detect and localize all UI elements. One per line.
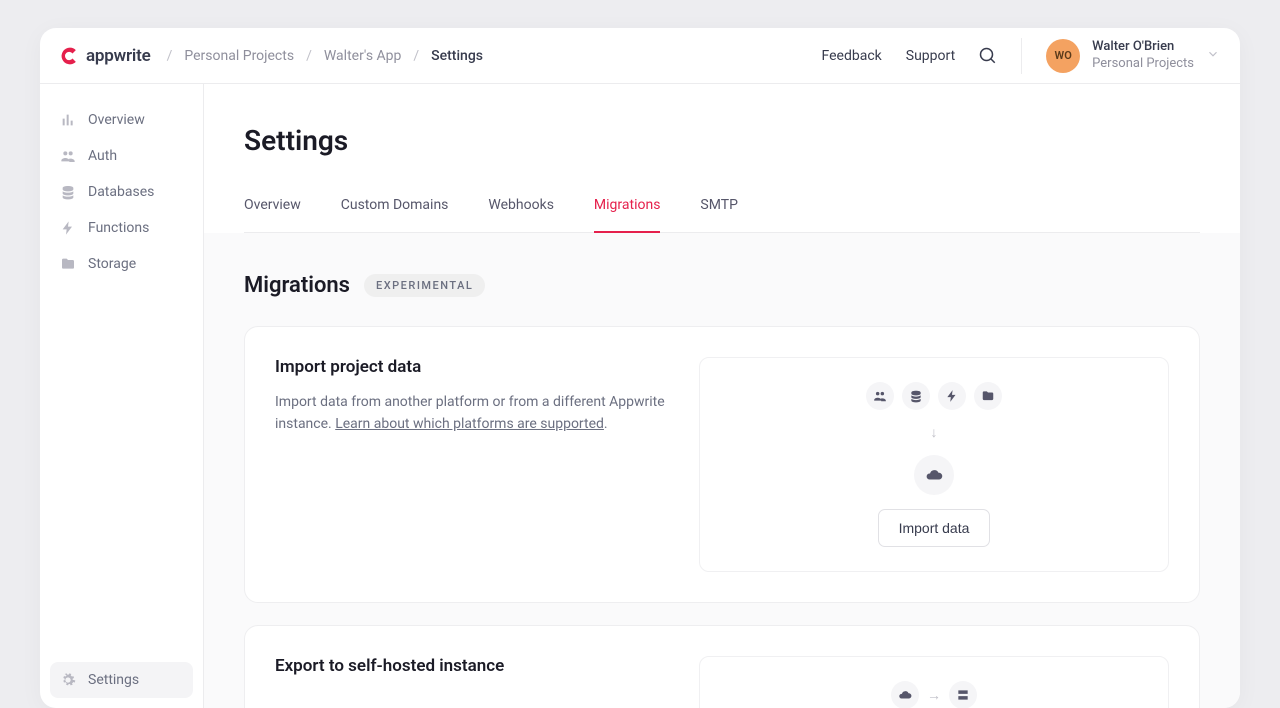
import-card-description: Import data from another platform or fro…: [275, 391, 675, 436]
database-icon: [60, 184, 76, 200]
sidebar-item-label: Auth: [88, 148, 117, 164]
tab-smtp[interactable]: SMTP: [700, 197, 738, 233]
breadcrumb-page: Settings: [431, 48, 483, 64]
export-card-title: Export to self-hosted instance: [275, 656, 675, 676]
import-data-button[interactable]: Import data: [878, 509, 991, 547]
chart-icon: [60, 112, 76, 128]
experimental-badge: EXPERIMENTAL: [364, 274, 485, 297]
sidebar-item-settings[interactable]: Settings: [50, 662, 193, 698]
tab-migrations[interactable]: Migrations: [594, 197, 661, 233]
import-illustration: ↓ Import data: [699, 357, 1169, 572]
folder-icon: [60, 256, 76, 272]
breadcrumb-org[interactable]: Personal Projects: [184, 48, 294, 64]
import-card-title: Import project data: [275, 357, 675, 377]
export-card: Export to self-hosted instance →: [244, 625, 1200, 708]
account-menu[interactable]: WO Walter O'Brien Personal Projects: [1046, 39, 1220, 73]
cloud-icon: [891, 681, 919, 708]
cloud-icon: [914, 455, 954, 495]
feedback-link[interactable]: Feedback: [822, 48, 882, 64]
database-icon: [902, 382, 930, 410]
sidebar-item-functions[interactable]: Functions: [50, 210, 193, 246]
appwrite-logo-icon: [60, 46, 80, 66]
tab-webhooks[interactable]: Webhooks: [488, 197, 554, 233]
lightning-icon: [60, 220, 76, 236]
tabs: Overview Custom Domains Webhooks Migrati…: [244, 197, 1200, 233]
tab-custom-domains[interactable]: Custom Domains: [341, 197, 449, 233]
lightning-icon: [938, 382, 966, 410]
sidebar-item-label: Databases: [88, 184, 154, 200]
export-illustration: →: [699, 656, 1169, 708]
search-button[interactable]: [979, 47, 997, 65]
users-icon: [60, 148, 76, 164]
account-name: Walter O'Brien: [1092, 39, 1194, 55]
import-card: Import project data Import data from ano…: [244, 326, 1200, 603]
sidebar: Overview Auth Databases Functions Storag…: [40, 84, 204, 708]
folder-icon: [974, 382, 1002, 410]
sidebar-item-label: Settings: [88, 672, 139, 688]
breadcrumb-project[interactable]: Walter's App: [324, 48, 402, 64]
page-title: Settings: [244, 124, 1200, 157]
avatar: WO: [1046, 39, 1080, 73]
arrow-right-icon: →: [927, 687, 941, 704]
gear-icon: [60, 672, 76, 688]
sidebar-item-label: Overview: [88, 112, 145, 128]
search-icon: [979, 47, 997, 65]
sidebar-item-databases[interactable]: Databases: [50, 174, 193, 210]
logo[interactable]: appwrite: [60, 46, 151, 66]
server-icon: [949, 681, 977, 708]
account-sub: Personal Projects: [1092, 56, 1194, 72]
sidebar-item-overview[interactable]: Overview: [50, 102, 193, 138]
brand-text: appwrite: [86, 46, 151, 66]
users-icon: [866, 382, 894, 410]
arrow-down-icon: ↓: [931, 424, 938, 441]
sidebar-item-label: Functions: [88, 220, 149, 236]
sidebar-item-storage[interactable]: Storage: [50, 246, 193, 282]
sidebar-item-label: Storage: [88, 256, 136, 272]
support-link[interactable]: Support: [906, 48, 955, 64]
tab-overview[interactable]: Overview: [244, 197, 301, 233]
supported-platforms-link[interactable]: Learn about which platforms are supporte…: [335, 416, 604, 432]
chevron-down-icon: [1206, 47, 1220, 65]
section-title: Migrations: [244, 273, 350, 298]
sidebar-item-auth[interactable]: Auth: [50, 138, 193, 174]
breadcrumb: / Personal Projects / Walter's App / Set…: [167, 48, 483, 64]
